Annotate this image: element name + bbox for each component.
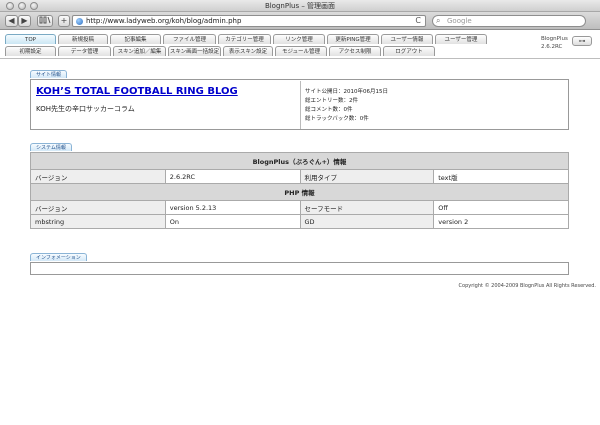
forward-button[interactable]: ▶ xyxy=(18,15,31,27)
site-info-tab: サイト情報 xyxy=(30,70,68,78)
forward-icon: ▶ xyxy=(21,16,28,25)
globe-icon xyxy=(76,18,83,25)
tab-top[interactable]: TOP xyxy=(5,34,56,44)
table-row: バージョン 2.6.2RC 利用タイプ text版 xyxy=(30,169,569,184)
blognplus-info-header: BlognPlus（ぶろぐん+）情報 xyxy=(30,152,569,170)
stat-entry-count: 総エントリー数：2件 xyxy=(305,98,358,104)
feed-button[interactable]: ⊶ xyxy=(572,36,592,46)
tab-skin-bulk-settings[interactable]: スキン画面一括設定 xyxy=(168,46,221,56)
bookmarks-icon xyxy=(39,16,51,24)
table-cell-label: バージョン xyxy=(30,200,166,215)
php-info-header: PHP 情報 xyxy=(30,183,569,201)
url-text: http://www.ladyweb.org/koh/blog/admin.ph… xyxy=(86,17,242,25)
information-panel xyxy=(30,262,569,275)
version-label: BlognPlus xyxy=(541,36,568,42)
stat-comment-count: 総コメント数：0件 xyxy=(305,107,353,113)
tab-link-manager[interactable]: リンク管理 xyxy=(273,34,325,44)
tab-data-manager[interactable]: データ管理 xyxy=(58,46,111,56)
feed-icon: ⊶ xyxy=(578,37,586,45)
tab-file-manager[interactable]: ファイル管理 xyxy=(163,34,216,44)
tab-category-manager[interactable]: カテゴリー管理 xyxy=(218,34,271,44)
table-cell-label: GD xyxy=(299,214,435,229)
table-row: BlognPlus（ぶろぐん+）情報 xyxy=(30,152,569,170)
tab-access-restrictions[interactable]: アクセス制限 xyxy=(329,46,381,56)
table-cell-value: version 2 xyxy=(433,214,569,229)
tab-ping-manager[interactable]: 更新PING管理 xyxy=(327,34,379,44)
tab-module-manager[interactable]: モジュール管理 xyxy=(275,46,327,56)
browser-toolbar: ◀ ▶ + http://www.ladyweb.org/koh/blog/ad… xyxy=(0,12,600,30)
back-button[interactable]: ◀ xyxy=(5,15,18,27)
table-cell-value: Off xyxy=(433,200,569,215)
table-cell-value: text版 xyxy=(433,169,569,184)
table-row: PHP 情報 xyxy=(30,183,569,201)
tab-logout[interactable]: ログアウト xyxy=(383,46,435,56)
admin-nav: TOP 新規投稿 記事編集 ファイル管理 カテゴリー管理 リンク管理 更新PIN… xyxy=(0,31,600,59)
tab-edit-posts[interactable]: 記事編集 xyxy=(110,34,161,44)
table-row: バージョン version 5.2.13 セーフモード Off xyxy=(30,200,569,215)
information-tab: インフォメーション xyxy=(30,253,87,261)
copyright-footer: Copyright © 2004-2009 BlognPlus All Righ… xyxy=(458,283,596,289)
minimize-window-icon[interactable] xyxy=(18,2,26,10)
reload-icon[interactable]: C xyxy=(415,16,421,26)
table-cell-label: mbstring xyxy=(30,214,166,229)
site-info-divider xyxy=(300,81,301,129)
window-title: BlognPlus – 管理画面 xyxy=(264,2,336,10)
tab-skin-edit[interactable]: スキン追加／編集 xyxy=(113,46,166,56)
search-icon: ⌕ xyxy=(436,16,441,25)
zoom-window-icon[interactable] xyxy=(30,2,38,10)
system-info-tab: システム情報 xyxy=(30,143,72,151)
table-cell-value: version 5.2.13 xyxy=(164,200,301,215)
search-input[interactable]: ⌕ Google xyxy=(432,15,586,27)
window-titlebar: BlognPlus – 管理画面 xyxy=(0,0,600,12)
stat-publish-date: サイト公開日：2010年06月15日 xyxy=(305,89,388,95)
version-display: BlognPlus 2.6.2RC xyxy=(541,35,568,51)
tab-user-info[interactable]: ユーザー情報 xyxy=(381,34,433,44)
version-number: 2.6.2RC xyxy=(541,44,563,50)
back-icon: ◀ xyxy=(8,16,15,25)
system-info-table: BlognPlus（ぶろぐん+）情報 バージョン 2.6.2RC 利用タイプ t… xyxy=(30,152,569,229)
table-cell-value: On xyxy=(164,214,301,229)
tab-user-manager[interactable]: ユーザー管理 xyxy=(435,34,487,44)
tab-initial-settings[interactable]: 初期設定 xyxy=(5,46,56,56)
bookmarks-button[interactable] xyxy=(37,15,53,27)
add-icon: + xyxy=(60,16,68,25)
table-row: mbstring On GD version 2 xyxy=(30,214,569,229)
tab-display-skin[interactable]: 表示スキン設定 xyxy=(223,46,273,56)
close-window-icon[interactable] xyxy=(6,2,14,10)
tab-new-post[interactable]: 新規投稿 xyxy=(58,34,108,44)
table-cell-label: 利用タイプ xyxy=(299,169,435,184)
stat-trackback-count: 総トラックバック数：0件 xyxy=(305,116,369,122)
site-subtitle: KOH先生の辛口サッカーコラム xyxy=(36,105,135,113)
search-placeholder: Google xyxy=(447,17,472,25)
table-cell-label: セーフモード xyxy=(299,200,435,215)
add-bookmark-button[interactable]: + xyxy=(58,15,70,27)
address-bar[interactable]: http://www.ladyweb.org/koh/blog/admin.ph… xyxy=(72,15,426,27)
site-title-link[interactable]: KOH’S TOTAL FOOTBALL RING BLOG xyxy=(36,86,238,97)
table-cell-label: バージョン xyxy=(30,169,166,184)
table-cell-value: 2.6.2RC xyxy=(164,169,301,184)
